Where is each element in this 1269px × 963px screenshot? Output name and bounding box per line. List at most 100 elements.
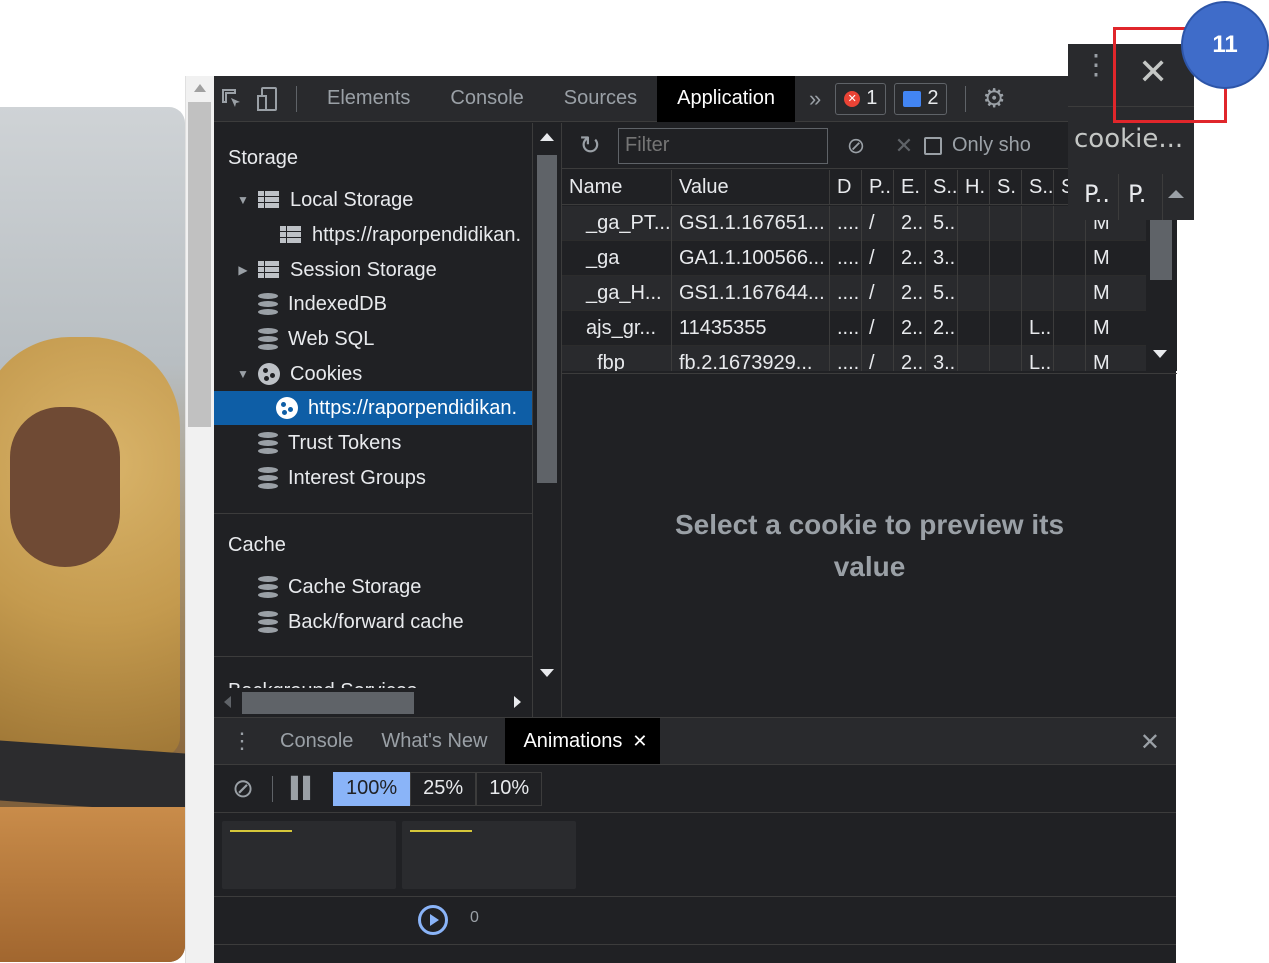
refresh-icon[interactable]: ↻ [562,130,618,161]
expanded-triangle-icon[interactable]: ▼ [236,367,250,381]
speed-25-button[interactable]: 25% [410,771,477,806]
column-header[interactable]: P. [1128,180,1146,208]
scroll-thumb[interactable] [1150,220,1172,280]
sidebar-item-local-storage-origin[interactable]: https://raporpendidikan. [214,218,532,252]
errors-badge[interactable]: ✕ 1 [835,82,887,115]
collapsed-triangle-icon[interactable]: ▶ [236,263,250,277]
column-header[interactable]: H. [958,170,990,205]
table-cell: 2... [894,276,926,311]
inspect-element-icon[interactable] [214,76,250,122]
table-cell: / [862,241,894,276]
tab-sources[interactable]: Sources [544,76,657,122]
table-cell: _ga [562,241,672,276]
table-cell: .... [830,241,862,276]
table-cell: / [862,346,894,371]
table-cell: 3... [926,241,958,276]
scroll-thumb[interactable] [188,102,211,427]
tab-application[interactable]: Application [657,75,795,122]
database-icon [258,293,278,315]
table-cell [1054,276,1086,311]
settings-gear-icon[interactable]: ⚙ [982,83,1005,114]
table-cell: 2... [894,346,926,371]
table-cell: / [862,311,894,346]
only-issues-checkbox[interactable] [924,136,942,155]
sidebar-item-session-storage[interactable]: ▶ Session Storage [214,253,532,287]
scroll-down-arrow-icon[interactable] [1153,350,1167,358]
drawer-tab-console[interactable]: Console [270,718,371,764]
close-drawer-icon[interactable]: ✕ [1140,728,1160,757]
table-cell: .... [830,206,862,241]
column-header[interactable]: S.. [1022,170,1054,205]
sidebar-item-indexeddb[interactable]: IndexedDB [214,287,532,321]
column-header[interactable]: E. [894,170,926,205]
table-cell: .... [830,276,862,311]
column-header[interactable]: P.. [862,170,894,205]
table-cell [1022,276,1054,311]
expanded-triangle-icon[interactable]: ▼ [236,193,250,207]
cookie-filter-input[interactable] [618,127,828,164]
table-row[interactable]: _ga_H...GS1.1.167644......./2...5...M [562,276,1177,311]
sidebar-item-local-storage[interactable]: ▼ Local Storage [214,183,532,217]
table-row[interactable]: ajs_gr...11435355..../2...2...L...M [562,311,1177,346]
scroll-up-arrow-icon[interactable] [540,133,554,141]
speed-10-button[interactable]: 10% [476,771,543,806]
scroll-left-arrow-icon[interactable] [224,696,231,708]
sidebar-item-back-forward-cache[interactable]: Back/forward cache [214,605,532,639]
sidebar-item-label: Cookies [290,362,363,385]
animation-group-preview[interactable] [402,821,576,889]
sidebar-item-cookies[interactable]: ▼ Cookies [214,357,532,391]
replay-icon[interactable] [418,905,448,935]
tab-console[interactable]: Console [430,76,543,122]
animation-group-preview[interactable] [222,821,396,889]
column-header[interactable]: S.. [926,170,958,205]
column-header[interactable]: S. [990,170,1022,205]
customize-devtools-icon[interactable]: ⋮ [1082,51,1110,79]
table-cell [1022,206,1054,241]
drawer-tab-animations[interactable]: Animations ✕ [505,718,660,764]
clear-animations-icon[interactable]: ⊘ [214,773,272,804]
table-cell: ajs_gr... [562,311,672,346]
table-cell [990,206,1022,241]
sidebar-item-trust-tokens[interactable]: Trust Tokens [214,426,532,460]
speed-100-button[interactable]: 100% [333,771,411,806]
pause-all-icon[interactable]: ▌▌ [273,777,333,800]
table-cell: L... [1022,346,1054,371]
sidebar-vertical-scrollbar[interactable] [532,123,560,717]
scroll-up-arrow-icon[interactable] [194,84,206,92]
database-icon [258,467,278,489]
preview-placeholder-text: Select a cookie to preview its value [674,508,1065,582]
sidebar-item-cookies-origin[interactable]: https://raporpendidikan. [214,391,532,425]
messages-badge[interactable]: 2 [894,82,948,115]
table-cell [958,346,990,371]
sidebar-item-interest-groups[interactable]: Interest Groups [214,461,532,495]
close-tab-icon[interactable]: ✕ [632,731,647,752]
table-cell: GA1.1.100566... [672,241,830,276]
table-cell: .... [830,346,862,371]
column-header[interactable]: Value [672,170,830,205]
scroll-down-arrow-icon[interactable] [540,669,554,677]
column-header[interactable]: Name [562,170,672,205]
page-scrollbar[interactable] [185,76,214,963]
table-row[interactable]: _gaGA1.1.100566......./2...3...M [562,241,1177,276]
drawer-more-icon[interactable]: ⋮ [214,728,270,754]
table-cell: fb.2.1673929... [672,346,830,371]
scroll-right-arrow-icon[interactable] [514,696,521,708]
column-header[interactable]: P.. [1084,180,1110,208]
delete-selected-icon[interactable]: ✕ [884,133,924,159]
scroll-up-arrow-icon[interactable] [1168,190,1184,198]
sidebar-item-web-sql[interactable]: Web SQL [214,322,532,356]
drawer-tab-whats-new[interactable]: What's New [371,718,505,764]
scroll-thumb[interactable] [242,692,414,714]
more-tabs-chevron-icon[interactable]: » [795,86,835,112]
table-row[interactable]: _fbpfb.2.1673929......./2...3...L...M [562,346,1177,371]
sidebar-horizontal-scrollbar[interactable] [214,688,532,716]
device-toolbar-icon[interactable] [250,76,286,122]
sidebar-item-label: https://raporpendidikan. [308,396,518,419]
table-cell: GS1.1.167644... [672,276,830,311]
page-photo [0,107,185,962]
tab-elements[interactable]: Elements [307,76,430,122]
scroll-thumb[interactable] [537,155,557,483]
column-header[interactable]: D [830,170,862,205]
sidebar-item-cache-storage[interactable]: Cache Storage [214,570,532,604]
clear-all-cookies-icon[interactable]: ⊘ [828,133,884,159]
